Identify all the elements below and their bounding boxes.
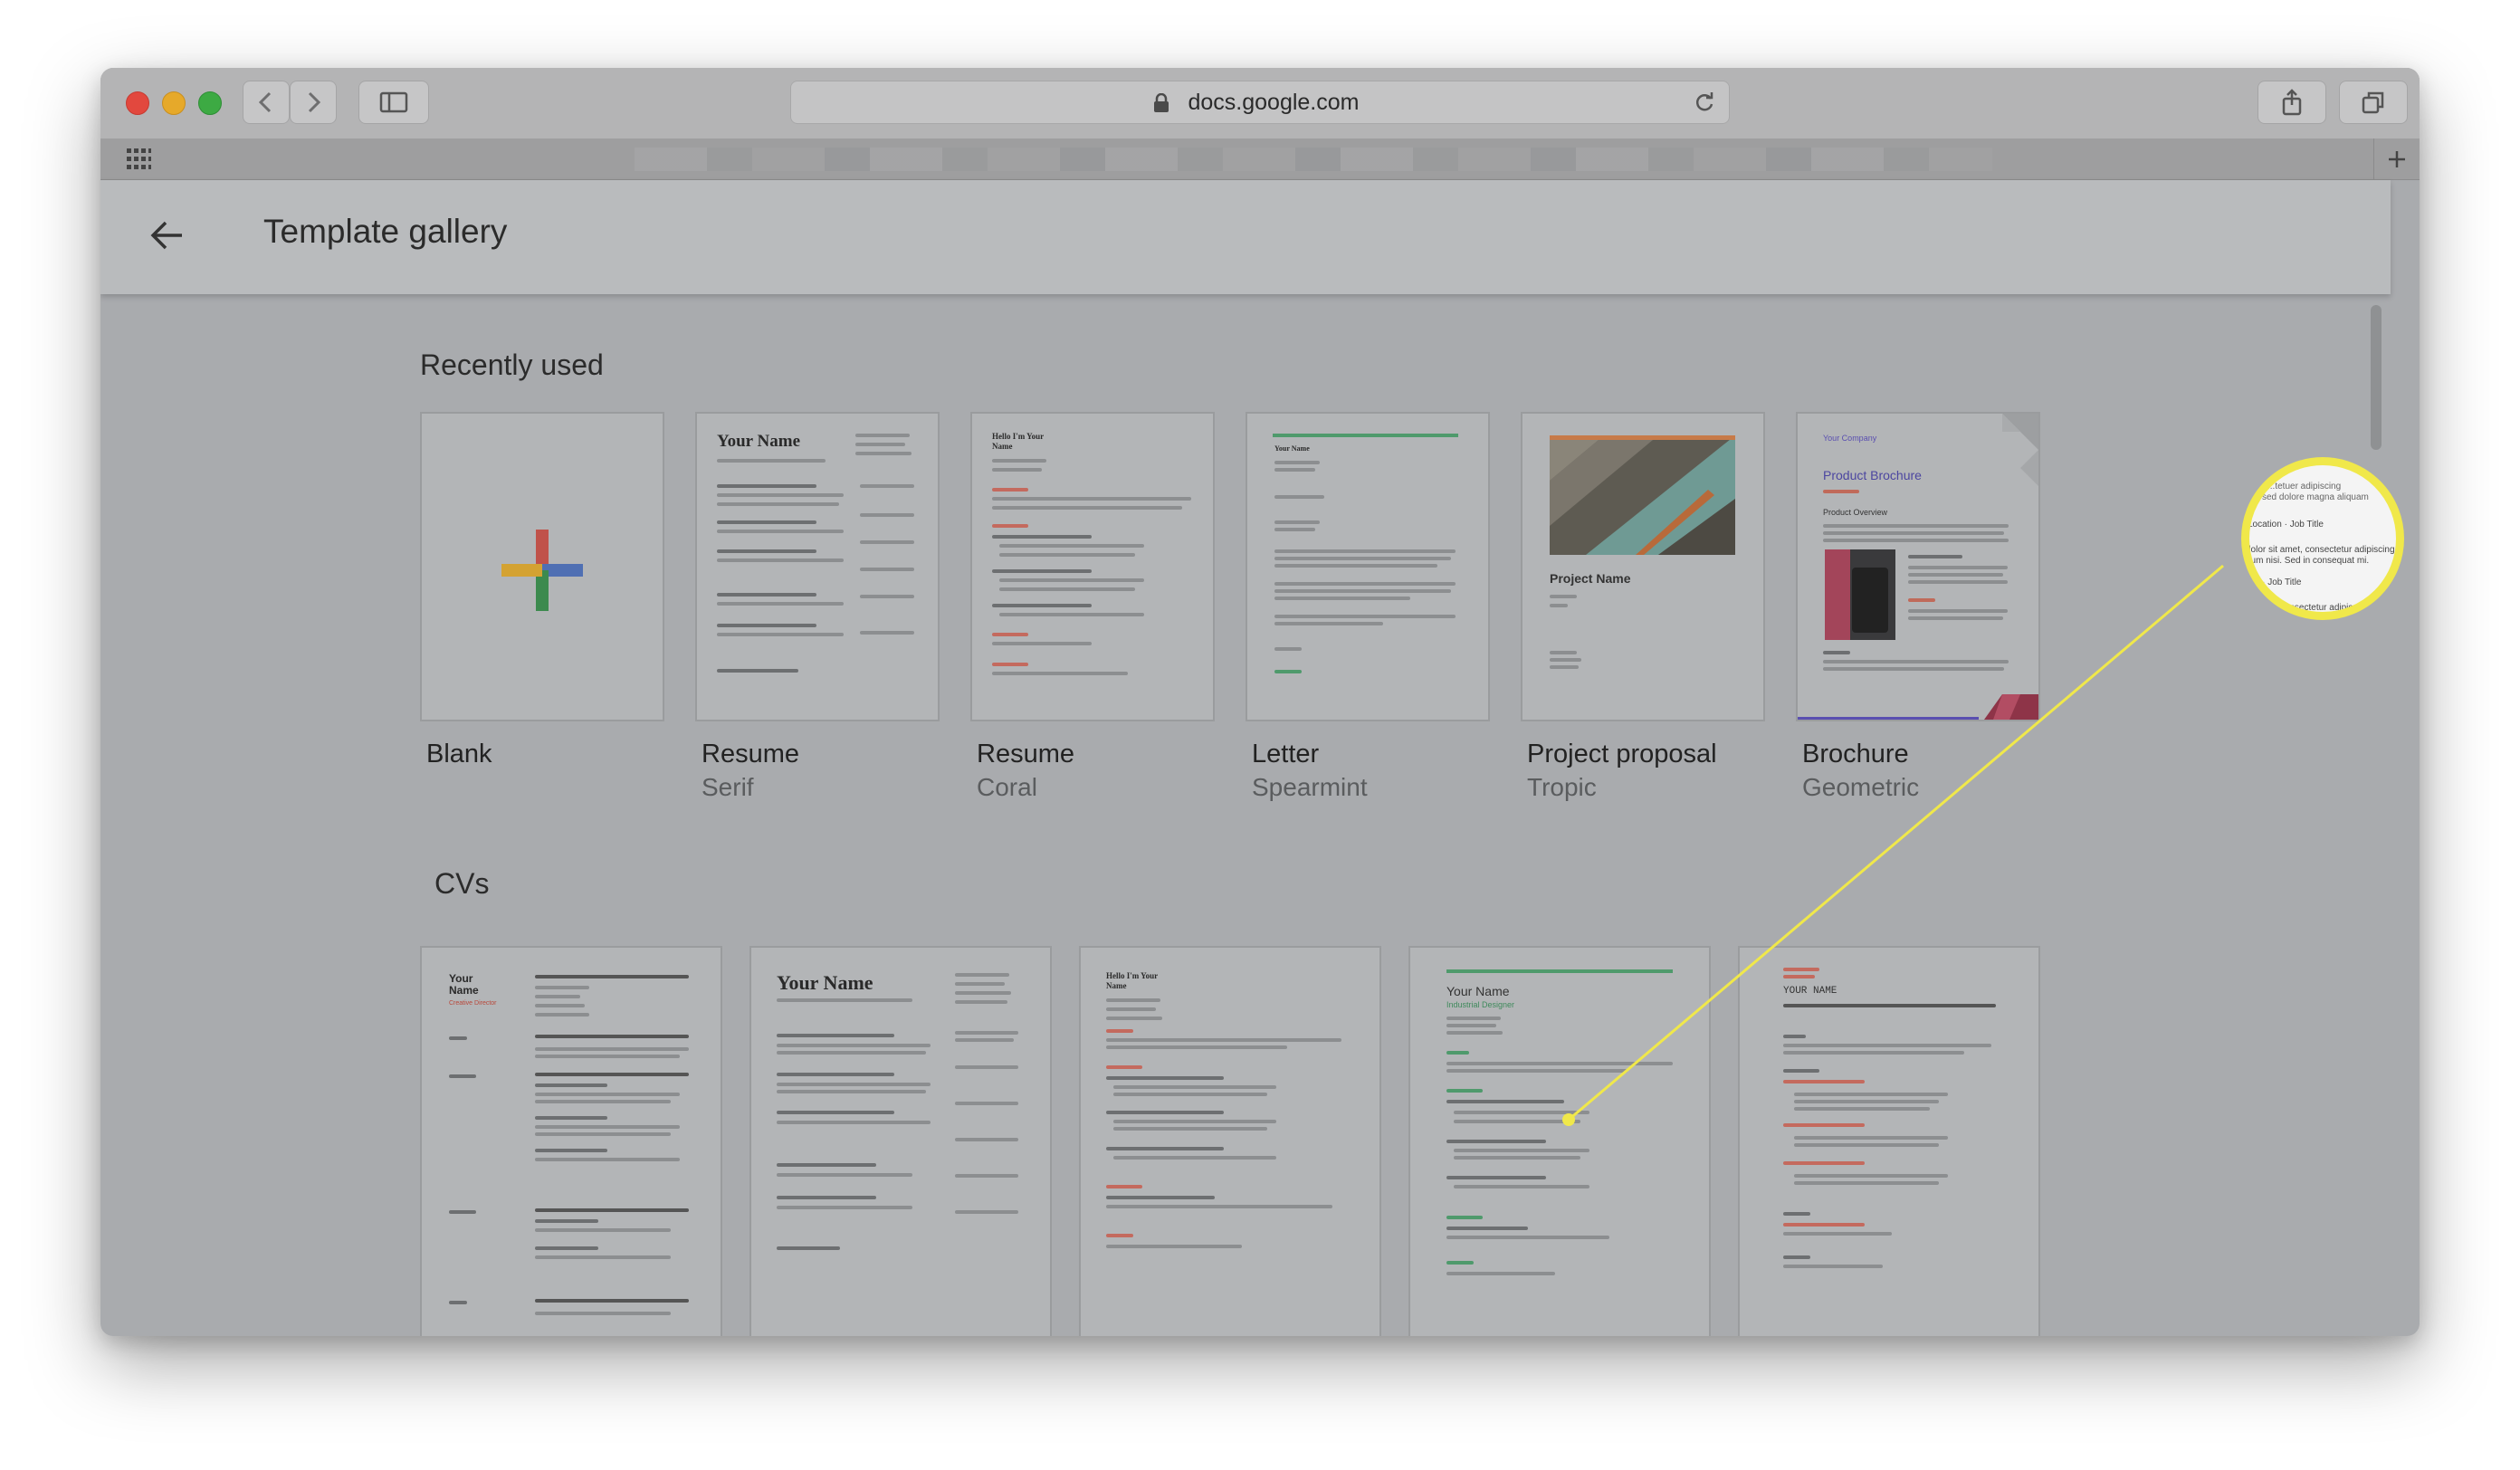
- close-window-button[interactable]: [126, 91, 149, 115]
- back-arrow-icon[interactable]: [149, 220, 184, 251]
- template-card-resume-coral[interactable]: Hello I'm Your Name: [970, 412, 1215, 721]
- geometric-corner-decoration: [2002, 414, 2038, 486]
- tabs-overview-icon: [2362, 91, 2384, 114]
- minimize-window-button[interactable]: [162, 91, 186, 115]
- preview-role: Creative Director: [449, 1000, 497, 1007]
- section-title-cvs: CVs: [434, 867, 490, 900]
- preview-section: Product Overview: [1823, 508, 1888, 517]
- template-card-brochure[interactable]: Your Company Product Brochure Product Ov…: [1796, 412, 2040, 721]
- cv-template-card[interactable]: YOUR NAME: [1738, 946, 2040, 1336]
- chevron-right-icon: [308, 91, 321, 113]
- url-text: docs.google.com: [1188, 90, 1360, 115]
- template-title: Project proposal: [1527, 740, 1717, 768]
- template-card-blank[interactable]: [420, 412, 664, 721]
- magnifier-text: amet, consectetur adipiscing: [2255, 603, 2370, 613]
- show-tabs-button[interactable]: [2339, 81, 2408, 124]
- preview-heading: Your Name: [1446, 984, 1510, 998]
- plus-icon: [2389, 150, 2405, 167]
- zoom-window-button[interactable]: [198, 91, 222, 115]
- magnifier-text: dum nisi. Sed in consequat mi.: [2246, 556, 2370, 566]
- plus-multicolor-icon: [501, 530, 583, 611]
- tropic-cover-image: [1550, 435, 1735, 555]
- zoom-magnifier-callout: ...tetuer adipiscing sed dolore magna al…: [2241, 457, 2404, 620]
- preview-heading: YOUR NAME: [1783, 986, 1838, 997]
- geometric-bottom-decoration: [1984, 694, 2038, 720]
- back-button[interactable]: [243, 81, 290, 124]
- reload-icon[interactable]: [1693, 91, 1716, 114]
- scrollbar-thumb[interactable]: [2371, 305, 2382, 450]
- preview-heading: Hello I'm Your Name: [992, 432, 1045, 451]
- share-icon: [2282, 89, 2302, 116]
- preview-heading: Your Name: [777, 971, 873, 994]
- apps-grid-icon[interactable]: [126, 148, 151, 171]
- gallery-header: Template gallery: [100, 180, 2391, 294]
- template-title: Blank: [426, 740, 492, 768]
- magnifier-text: Location · Job Title: [2248, 520, 2324, 530]
- template-subtitle: Coral: [977, 773, 1037, 801]
- sidebar-button[interactable]: [358, 81, 429, 124]
- address-bar[interactable]: docs.google.com: [790, 81, 1730, 124]
- sidebar-icon: [379, 91, 408, 113]
- chevron-left-icon: [258, 91, 272, 113]
- new-tab-button[interactable]: [2373, 138, 2420, 179]
- share-button[interactable]: [2258, 81, 2326, 124]
- preview-heading: Your Name: [1274, 444, 1310, 453]
- preview-heading: Your Name: [717, 432, 801, 451]
- browser-titlebar: docs.google.com: [100, 68, 2420, 139]
- template-card-resume-serif[interactable]: Your Name: [695, 412, 940, 721]
- cv-template-card[interactable]: Your Name Creative Director: [420, 946, 722, 1336]
- page-title: Template gallery: [263, 213, 508, 250]
- template-subtitle: Serif: [702, 773, 754, 801]
- template-title: Resume: [702, 740, 799, 768]
- magnifier-text: ion · Job Title: [2248, 578, 2302, 587]
- blurred-tabs[interactable]: [635, 148, 1992, 171]
- template-title: Brochure: [1802, 740, 1909, 768]
- template-subtitle: Tropic: [1527, 773, 1597, 801]
- section-title-recently-used: Recently used: [420, 348, 604, 381]
- preview-heading: Your Name: [449, 972, 479, 997]
- cv-template-card[interactable]: Your Name: [749, 946, 1052, 1336]
- template-card-letter-spearmint[interactable]: Your Name: [1246, 412, 1490, 721]
- preview-heading: Project Name: [1550, 571, 1631, 586]
- cv-template-card[interactable]: Your Name Industrial Designer: [1408, 946, 1711, 1336]
- preview-heading: Product Brochure: [1823, 468, 1922, 482]
- preview-role: Industrial Designer: [1446, 1000, 1515, 1009]
- browser-window: docs.google.com Template gallery Recentl…: [100, 68, 2420, 1336]
- template-title: Letter: [1252, 740, 1320, 768]
- template-card-project-proposal[interactable]: Project Name: [1521, 412, 1765, 721]
- template-subtitle: Spearmint: [1252, 773, 1368, 801]
- preview-company: Your Company: [1823, 434, 1877, 443]
- preview-heading: Hello I'm Your Name: [1106, 971, 1159, 990]
- template-title: Resume: [977, 740, 1074, 768]
- template-subtitle: Geometric: [1802, 773, 1920, 801]
- tab-bar: [100, 138, 2420, 180]
- cv-template-card[interactable]: Hello I'm Your Name: [1079, 946, 1381, 1336]
- magnifier-text: dolor sit amet, consectetur adipiscing e…: [2246, 545, 2404, 555]
- forward-button[interactable]: [290, 81, 337, 124]
- product-image: [1825, 549, 1895, 640]
